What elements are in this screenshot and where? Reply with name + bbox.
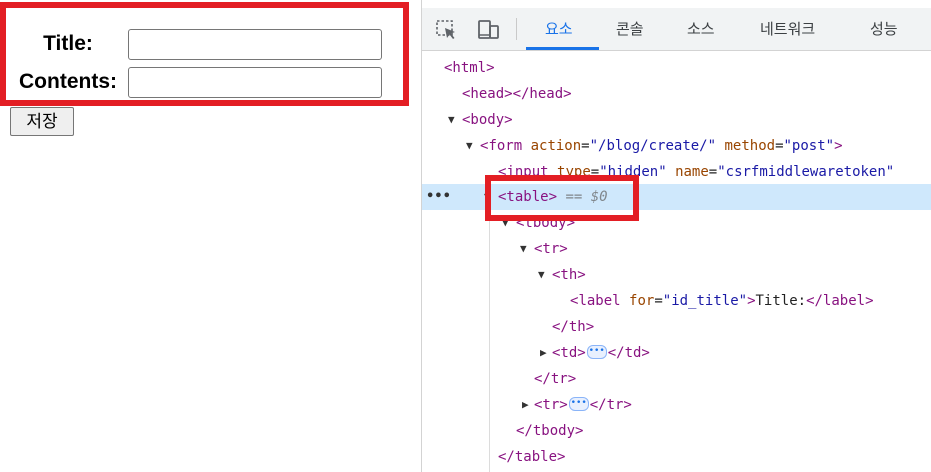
expanded-triangle-icon[interactable]: ▼ <box>466 133 478 159</box>
collapsed-triangle-icon[interactable]: ▶ <box>540 340 552 366</box>
dom-node-form[interactable]: ▼ <form action="/blog/create/" method="p… <box>422 133 931 159</box>
tab-network[interactable]: 네트워크 <box>760 8 815 50</box>
dom-node-tr-collapsed[interactable]: ▶ <tr> ••• </tr> <box>422 392 931 418</box>
tab-elements[interactable]: 요소 <box>545 8 573 50</box>
dom-node-tr-close[interactable]: </tr> <box>422 366 931 392</box>
inspect-element-icon[interactable] <box>435 19 459 41</box>
expanded-triangle-icon[interactable]: ▼ <box>520 236 532 262</box>
collapsed-triangle-icon[interactable]: ▶ <box>522 392 534 418</box>
dom-node-tr[interactable]: ▼ <tr> <box>422 236 931 262</box>
devtools-panel: 요소 콘솔 소스 네트워크 성능 <html> <head></head> ▼ … <box>421 0 931 472</box>
dom-node-body[interactable]: ▼ <body> <box>422 107 931 133</box>
more-actions-icon[interactable]: ••• <box>426 184 451 210</box>
expanded-triangle-icon[interactable]: ▼ <box>448 107 460 133</box>
dom-node-label[interactable]: <label for="id_title">Title:</label> <box>422 288 931 314</box>
tab-performance[interactable]: 성능 <box>870 8 898 50</box>
form-highlight-box <box>0 2 409 106</box>
dom-node-html[interactable]: <html> <box>422 55 931 81</box>
devtools-toolbar: 요소 콘솔 소스 네트워크 성능 <box>422 8 931 51</box>
tab-console[interactable]: 콘솔 <box>616 8 644 50</box>
collapsed-content-ellipsis-icon[interactable]: ••• <box>568 397 589 411</box>
dom-node-th[interactable]: ▼ <th> <box>422 262 931 288</box>
collapsed-content-ellipsis-icon[interactable]: ••• <box>586 345 607 359</box>
dom-node-table-close[interactable]: </table> <box>422 444 931 470</box>
tab-sources[interactable]: 소스 <box>687 8 715 50</box>
table-node-highlight-box <box>485 175 639 221</box>
active-tab-indicator <box>526 47 599 50</box>
dom-node-th-close[interactable]: </th> <box>422 314 931 340</box>
dom-node-tbody-close[interactable]: </tbody> <box>422 418 931 444</box>
expanded-triangle-icon[interactable]: ▼ <box>538 262 550 288</box>
save-button[interactable]: 저장 <box>10 107 74 136</box>
toolbar-separator <box>516 18 517 40</box>
dom-node-head[interactable]: <head></head> <box>422 81 931 107</box>
dom-node-td[interactable]: ▶ <td> ••• </td> <box>422 340 931 366</box>
device-toolbar-icon[interactable] <box>477 19 501 41</box>
